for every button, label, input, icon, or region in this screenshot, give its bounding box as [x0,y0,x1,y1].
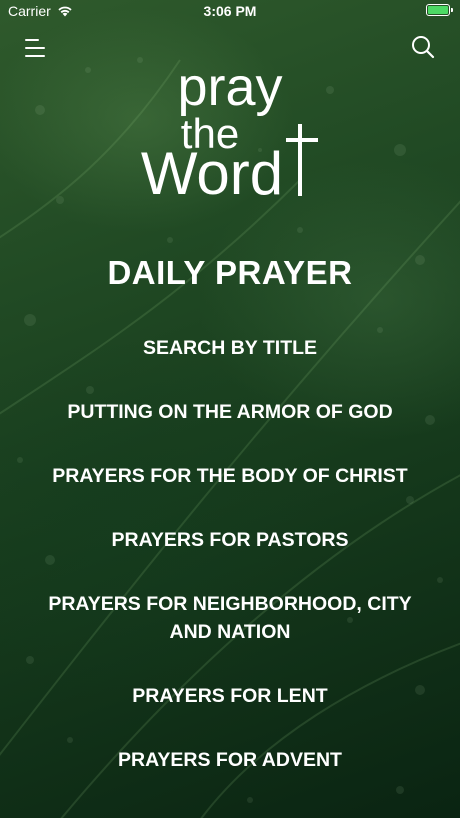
battery-level [428,6,448,14]
menu-item[interactable]: PRAYERS FOR LENT [40,682,420,710]
menu-item[interactable]: PUTTING ON THE ARMOR OF GOD [40,398,420,426]
hamburger-menu-icon [25,39,45,57]
battery-cap [451,8,453,12]
battery-icon [426,4,453,16]
menu-item[interactable]: PRAYERS FOR PASTORS [40,526,420,554]
search-icon [412,36,435,59]
menu-button[interactable] [24,36,48,60]
status-bar: Carrier 3:06 PM [0,0,460,24]
search-button[interactable] [410,34,436,60]
app-screen: Carrier 3:06 PM pray the Word DAILY PRAY… [0,0,460,818]
page-heading: DAILY PRAYER [107,254,353,291]
cross-icon [286,124,318,196]
prayer-category-list: SEARCH BY TITLE PUTTING ON THE ARMOR OF G… [40,334,420,774]
logo-line-pray: pray [177,60,282,117]
menu-item[interactable]: PRAYERS FOR THE BODY OF CHRIST [40,462,420,490]
menu-item[interactable]: PRAYERS FOR ADVENT [40,746,420,774]
logo-line-word: Word [141,140,283,207]
status-right [426,4,453,16]
status-time: 3:06 PM [203,3,257,19]
pray-the-word-logo: pray the Word [141,60,318,207]
menu-item[interactable]: PRAYERS FOR NEIGHBORHOOD, CITY AND NATIO… [40,590,420,646]
menu-item[interactable]: SEARCH BY TITLE [40,334,420,362]
